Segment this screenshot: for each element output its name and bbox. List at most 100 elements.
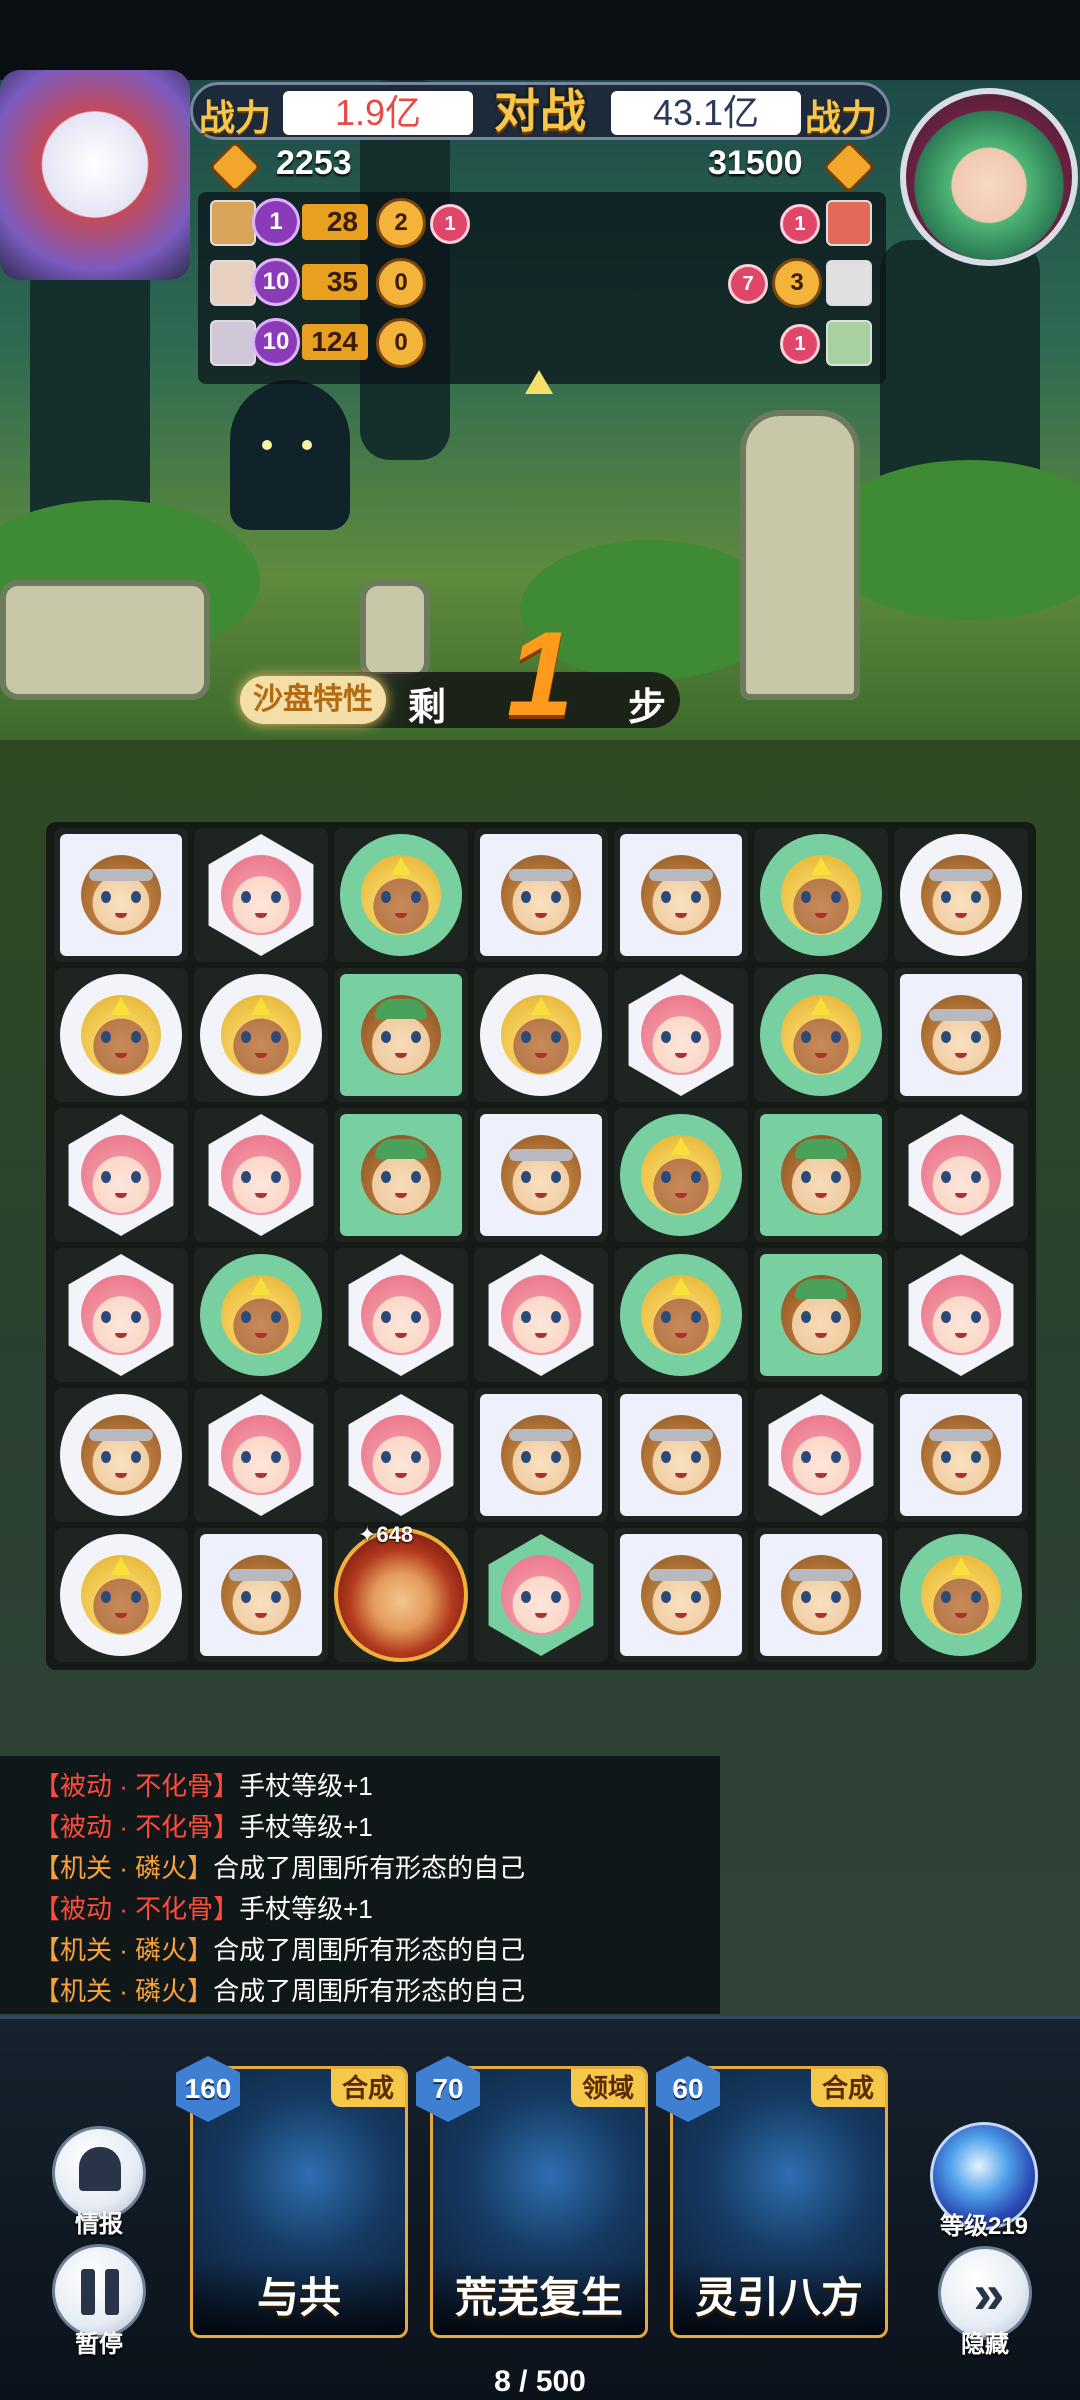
monkey-tile[interactable] bbox=[480, 1394, 602, 1516]
board-cell[interactable] bbox=[894, 968, 1028, 1102]
board-cell[interactable] bbox=[54, 828, 188, 962]
monkey-tile[interactable] bbox=[900, 834, 1022, 956]
pink-tile[interactable] bbox=[488, 1254, 594, 1376]
blonde-tile[interactable] bbox=[760, 974, 882, 1096]
pink-tile[interactable] bbox=[488, 1534, 594, 1656]
leaf-tile[interactable] bbox=[340, 974, 462, 1096]
monkey-tile[interactable] bbox=[480, 1114, 602, 1236]
board-cell[interactable] bbox=[194, 968, 328, 1102]
sandbox-trait-button[interactable]: 沙盘特性 bbox=[240, 676, 386, 724]
board-cell[interactable] bbox=[194, 1248, 328, 1382]
board-cell[interactable] bbox=[54, 968, 188, 1102]
pink-tile[interactable] bbox=[68, 1114, 174, 1236]
ally-avatar[interactable] bbox=[210, 260, 256, 306]
board-cell[interactable] bbox=[754, 968, 888, 1102]
board-cell[interactable] bbox=[474, 1388, 608, 1522]
board-cell[interactable] bbox=[334, 828, 468, 962]
log-entry-tag: 【被动 · 不化骨】 bbox=[34, 1771, 240, 1801]
board-cell[interactable] bbox=[894, 1528, 1028, 1662]
blonde-tile[interactable] bbox=[760, 834, 882, 956]
enemy-unit-avatar[interactable] bbox=[826, 320, 872, 366]
enemy-unit-avatar[interactable] bbox=[826, 200, 872, 246]
monkey-tile[interactable] bbox=[900, 1394, 1022, 1516]
monkey-tile[interactable] bbox=[620, 1534, 742, 1656]
ally-avatar[interactable] bbox=[210, 200, 256, 246]
board-cell[interactable] bbox=[614, 828, 748, 962]
board-cell[interactable] bbox=[334, 1388, 468, 1522]
board-cell[interactable] bbox=[754, 828, 888, 962]
board-cell[interactable] bbox=[334, 1108, 468, 1242]
monkey-tile[interactable] bbox=[60, 1394, 182, 1516]
board-cell[interactable] bbox=[614, 968, 748, 1102]
blonde-tile[interactable] bbox=[620, 1114, 742, 1236]
monkey-tile[interactable] bbox=[620, 834, 742, 956]
board-cell[interactable] bbox=[894, 828, 1028, 962]
board-cell[interactable] bbox=[614, 1108, 748, 1242]
board-cell[interactable] bbox=[54, 1388, 188, 1522]
board-cell[interactable] bbox=[894, 1108, 1028, 1242]
board-cell[interactable] bbox=[754, 1248, 888, 1382]
progress-counter: 8 / 500 bbox=[494, 2365, 586, 2398]
blonde-tile[interactable] bbox=[620, 1254, 742, 1376]
board-cell[interactable] bbox=[54, 1248, 188, 1382]
board-cell[interactable] bbox=[54, 1528, 188, 1662]
board-cell[interactable] bbox=[194, 1528, 328, 1662]
monkey-tile[interactable] bbox=[60, 834, 182, 956]
boss-monkey-special-tile[interactable]: ✦648 bbox=[334, 1522, 468, 1662]
monkey-tile[interactable] bbox=[200, 1534, 322, 1656]
blonde-tile[interactable] bbox=[60, 1534, 182, 1656]
monkey-tile[interactable] bbox=[480, 834, 602, 956]
board-cell[interactable] bbox=[754, 1528, 888, 1662]
blonde-tile[interactable] bbox=[200, 1254, 322, 1376]
pink-tile[interactable] bbox=[348, 1254, 454, 1376]
leaf-tile[interactable] bbox=[760, 1114, 882, 1236]
leaf-face-icon bbox=[781, 1275, 861, 1355]
monkey-tile[interactable] bbox=[620, 1394, 742, 1516]
steps-remaining-label: 剩 bbox=[408, 687, 447, 729]
pause-icon bbox=[81, 2269, 95, 2315]
pink-tile[interactable] bbox=[908, 1114, 1014, 1236]
board-cell[interactable] bbox=[474, 828, 608, 962]
board-cell[interactable] bbox=[614, 1528, 748, 1662]
board-cell[interactable] bbox=[334, 1248, 468, 1382]
enemy-avatar[interactable] bbox=[900, 88, 1078, 266]
board-cell[interactable] bbox=[474, 1108, 608, 1242]
card-type: 领域 bbox=[571, 2069, 645, 2107]
board-cell[interactable] bbox=[194, 828, 328, 962]
ally-avatar[interactable] bbox=[210, 320, 256, 366]
turn-marker-icon bbox=[525, 370, 553, 394]
pink-tile[interactable] bbox=[208, 1394, 314, 1516]
board-cell[interactable] bbox=[474, 968, 608, 1102]
pink-tile[interactable] bbox=[68, 1254, 174, 1376]
enemy-unit-avatar[interactable] bbox=[826, 260, 872, 306]
pink-tile[interactable] bbox=[348, 1394, 454, 1516]
board-cell[interactable] bbox=[614, 1388, 748, 1522]
blonde-tile[interactable] bbox=[900, 1534, 1022, 1656]
pink-tile[interactable] bbox=[908, 1254, 1014, 1376]
leaf-tile[interactable] bbox=[760, 1254, 882, 1376]
board-cell[interactable] bbox=[334, 968, 468, 1102]
blonde-tile[interactable] bbox=[60, 974, 182, 1096]
pink-tile[interactable] bbox=[628, 974, 734, 1096]
board-cell[interactable] bbox=[894, 1248, 1028, 1382]
blonde-tile[interactable] bbox=[200, 974, 322, 1096]
monkey-tile[interactable] bbox=[900, 974, 1022, 1096]
board-cell[interactable] bbox=[894, 1388, 1028, 1522]
board-cell[interactable] bbox=[754, 1108, 888, 1242]
leaf-tile[interactable] bbox=[340, 1114, 462, 1236]
pink-tile[interactable] bbox=[208, 834, 314, 956]
board-cell[interactable]: ✦648 bbox=[334, 1522, 468, 1662]
board-cell[interactable] bbox=[614, 1248, 748, 1382]
board-cell[interactable] bbox=[474, 1528, 608, 1662]
board-cell[interactable] bbox=[474, 1248, 608, 1382]
blonde-tile[interactable] bbox=[480, 974, 602, 1096]
board-cell[interactable] bbox=[54, 1108, 188, 1242]
player-avatar[interactable] bbox=[0, 70, 190, 280]
pink-tile[interactable] bbox=[768, 1394, 874, 1516]
pink-tile[interactable] bbox=[208, 1114, 314, 1236]
blonde-tile[interactable] bbox=[340, 834, 462, 956]
board-cell[interactable] bbox=[194, 1108, 328, 1242]
board-cell[interactable] bbox=[194, 1388, 328, 1522]
board-cell[interactable] bbox=[754, 1388, 888, 1522]
monkey-tile[interactable] bbox=[760, 1534, 882, 1656]
